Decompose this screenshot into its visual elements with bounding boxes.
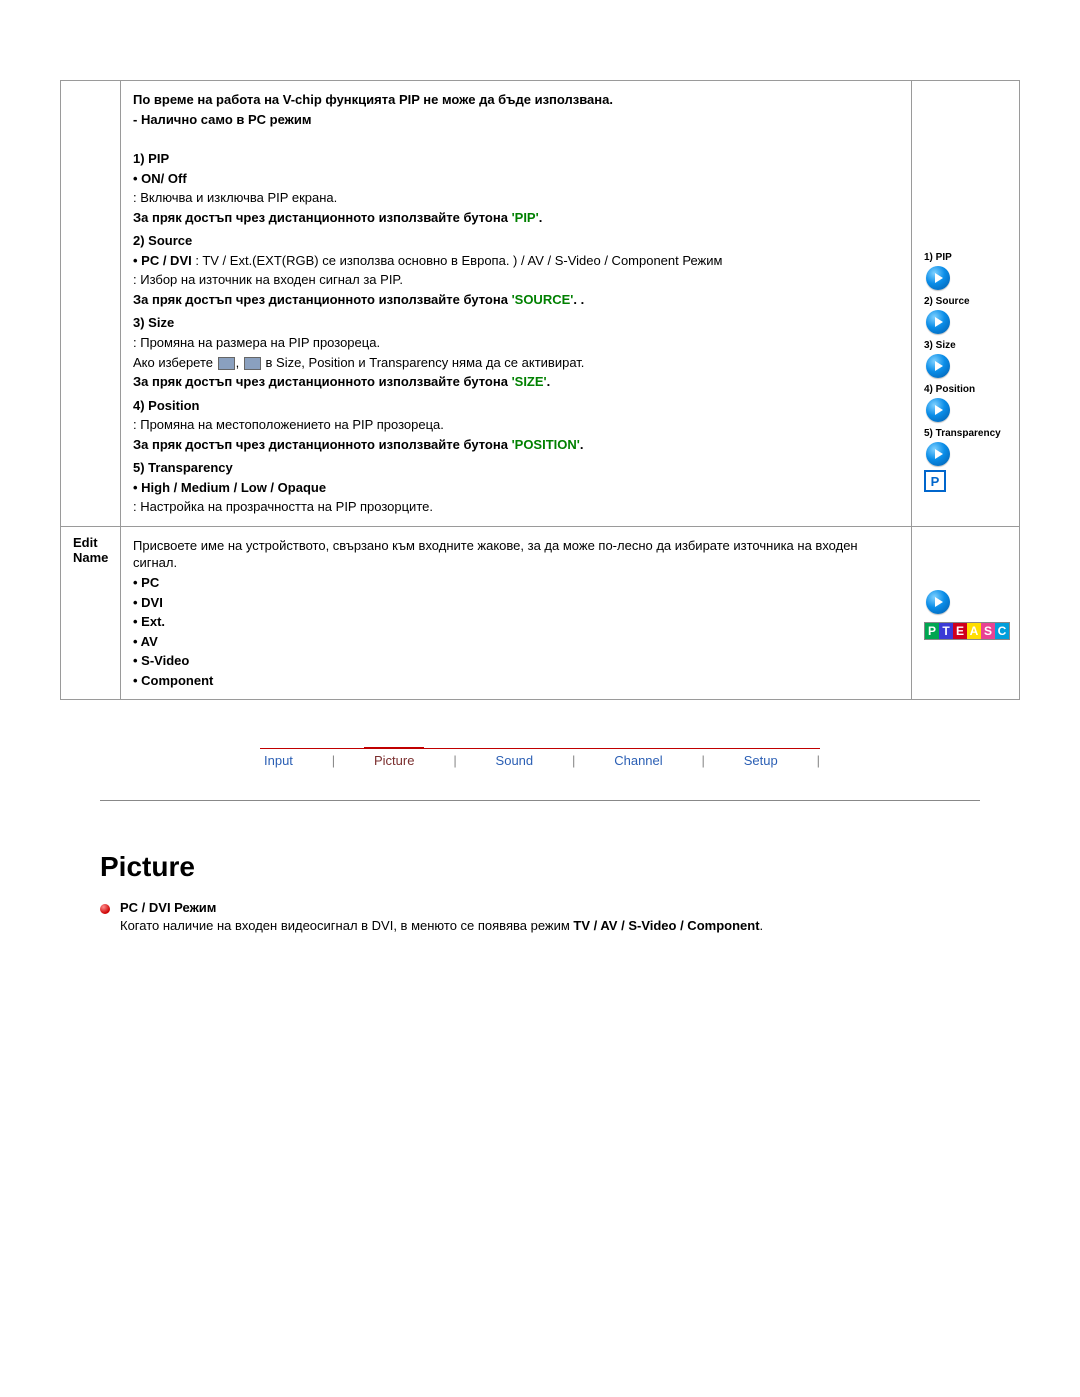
- picture-mode-label: PC / DVI Режим: [120, 899, 763, 917]
- edit-name-option: • Ext.: [133, 613, 899, 631]
- pteasc-badge: PTEASC: [924, 622, 1010, 640]
- pip-item-5-title: 5) Transparency: [133, 459, 899, 477]
- pip-row-label-cell: [61, 81, 121, 527]
- nav-separator: |: [702, 753, 705, 768]
- thumb-label-source: 2) Source: [924, 296, 1007, 307]
- size-btn-label: 'SIZE': [512, 374, 547, 389]
- nav-sound[interactable]: Sound: [492, 753, 538, 768]
- edit-name-option: • DVI: [133, 594, 899, 612]
- play-icon[interactable]: [926, 398, 950, 422]
- pip-item-1-direct: За пряк достъп чрез дистанционното изпол…: [133, 209, 899, 227]
- thumb-label-position: 4) Position: [924, 384, 1007, 395]
- nav-separator: |: [572, 753, 575, 768]
- nav-channel[interactable]: Channel: [610, 753, 666, 768]
- nav-separator: |: [332, 753, 335, 768]
- play-icon[interactable]: [926, 590, 950, 614]
- edit-name-option: • PC: [133, 574, 899, 592]
- pip-item-3-direct: За пряк достъп чрез дистанционното изпол…: [133, 373, 899, 391]
- p-indicator-icon: P: [924, 470, 946, 492]
- pip-item-3-title: 3) Size: [133, 314, 899, 332]
- nav-separator: |: [817, 753, 820, 768]
- picture-section-title: Picture: [100, 851, 1020, 883]
- play-icon[interactable]: [926, 266, 950, 290]
- pip-item-2-desc: : Избор на източник на входен сигнал за …: [133, 271, 899, 289]
- source-btn-label: 'SOURCE': [512, 292, 574, 307]
- nav-setup[interactable]: Setup: [740, 753, 782, 768]
- thumb-label-size: 3) Size: [924, 340, 1007, 351]
- nav-separator: |: [453, 753, 456, 768]
- pip-item-4-desc: : Промяна на местоположението на PIP про…: [133, 416, 899, 434]
- edit-name-thumbs-cell: PTEASC: [912, 526, 1020, 699]
- edit-name-option: • S-Video: [133, 652, 899, 670]
- play-icon[interactable]: [926, 442, 950, 466]
- pip-item-4-title: 4) Position: [133, 397, 899, 415]
- picture-mode-desc: Когато наличие на входен видеосигнал в D…: [120, 917, 763, 935]
- nav-picture[interactable]: Picture: [370, 753, 418, 768]
- pip-item-2-title: 2) Source: [133, 232, 899, 250]
- osd-menu-nav: Input | Picture | Sound | Channel | Setu…: [260, 748, 820, 768]
- settings-table: По време на работа на V-chip функцията P…: [60, 80, 1020, 700]
- bullet-dot-icon: [100, 904, 110, 914]
- pip-warning: По време на работа на V-chip функцията P…: [133, 91, 899, 109]
- pip-content-cell: По време на работа на V-chip функцията P…: [121, 81, 912, 527]
- pip-item-1-desc: : Включва и изключва PIP екрана.: [133, 189, 899, 207]
- edit-name-option: • Component: [133, 672, 899, 690]
- edit-name-content-cell: Присвоете име на устройството, свързано …: [121, 526, 912, 699]
- pip-item-2-bullet: • PC / DVI : TV / Ext.(EXT(RGB) се изпол…: [133, 252, 899, 270]
- play-icon[interactable]: [926, 354, 950, 378]
- pip-btn-label: 'PIP': [512, 210, 539, 225]
- pip-pc-only: - Налично само в PC режим: [133, 111, 899, 129]
- pip-item-3-desc: : Промяна на размера на PIP прозореца.: [133, 334, 899, 352]
- picture-mode-note: PC / DVI Режим Когато наличие на входен …: [100, 899, 980, 934]
- pip-thumbs-cell: 1) PIP 2) Source 3) Size 4) Position 5) …: [912, 81, 1020, 527]
- section-divider: [100, 800, 980, 801]
- pip-item-1-bullet: • ON/ Off: [133, 170, 899, 188]
- pip-item-3-note: Ако изберете , в Size, Position и Transp…: [133, 354, 899, 372]
- pip-item-2-direct: За пряк достъп чрез дистанционното изпол…: [133, 291, 899, 309]
- size-mode-icon: [218, 357, 235, 370]
- pip-item-5-desc: : Настройка на прозрачността на PIP проз…: [133, 498, 899, 516]
- thumb-label-pip: 1) PIP: [924, 252, 1007, 263]
- edit-name-intro: Присвоете име на устройството, свързано …: [133, 537, 899, 572]
- edit-name-option: • AV: [133, 633, 899, 651]
- thumb-label-transparency: 5) Transparency: [924, 428, 1007, 439]
- pip-item-4-direct: За пряк достъп чрез дистанционното изпол…: [133, 436, 899, 454]
- pip-item-5-bullet: • High / Medium / Low / Opaque: [133, 479, 899, 497]
- edit-name-label-cell: Edit Name: [61, 526, 121, 699]
- size-mode-icon: [244, 357, 261, 370]
- play-icon[interactable]: [926, 310, 950, 334]
- position-btn-label: 'POSITION': [512, 437, 580, 452]
- pip-item-1-title: 1) PIP: [133, 150, 899, 168]
- nav-input[interactable]: Input: [260, 753, 297, 768]
